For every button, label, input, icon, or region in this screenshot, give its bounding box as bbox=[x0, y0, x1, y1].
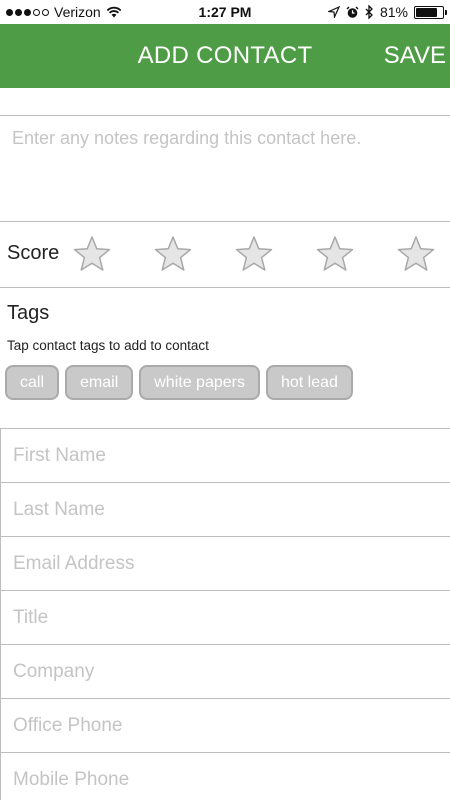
office-phone-row bbox=[0, 698, 450, 753]
location-arrow-icon bbox=[327, 6, 340, 18]
status-bar: Verizon 1:27 PM 81% bbox=[0, 0, 450, 24]
star-icon[interactable] bbox=[234, 234, 274, 274]
tag-email[interactable]: email bbox=[65, 365, 134, 400]
notes-field[interactable] bbox=[0, 116, 450, 220]
tags-list: call email white papers hot lead bbox=[5, 365, 353, 400]
bluetooth-icon bbox=[365, 5, 373, 19]
tags-title: Tags bbox=[7, 302, 50, 324]
score-label: Score bbox=[7, 242, 60, 264]
divider bbox=[0, 287, 450, 288]
title-row bbox=[0, 590, 450, 645]
nav-header: ADD CONTACT SAVE bbox=[0, 24, 450, 88]
star-icon[interactable] bbox=[396, 234, 436, 274]
tags-hint: Tap contact tags to add to contact bbox=[7, 338, 209, 353]
company-field[interactable] bbox=[1, 645, 450, 699]
mobile-phone-row bbox=[0, 752, 450, 800]
tag-hot-lead[interactable]: hot lead bbox=[265, 365, 353, 400]
battery-percentage: 81% bbox=[379, 4, 408, 20]
star-icon[interactable] bbox=[72, 234, 112, 274]
email-field[interactable] bbox=[1, 537, 450, 591]
score-row: Score bbox=[0, 222, 450, 286]
company-row bbox=[0, 644, 450, 699]
office-phone-field[interactable] bbox=[1, 699, 450, 753]
tag-white-papers[interactable]: white papers bbox=[139, 365, 260, 400]
page-title: ADD CONTACT bbox=[137, 42, 313, 69]
battery-icon bbox=[414, 5, 447, 19]
last-name-field[interactable] bbox=[1, 483, 450, 537]
star-icon[interactable] bbox=[153, 234, 193, 274]
last-name-row bbox=[0, 482, 450, 537]
mobile-phone-field[interactable] bbox=[1, 753, 450, 800]
save-button[interactable]: SAVE bbox=[384, 42, 446, 70]
star-icon[interactable] bbox=[315, 234, 355, 274]
title-field[interactable] bbox=[1, 591, 450, 645]
tag-call[interactable]: call bbox=[5, 365, 60, 400]
status-right: 81% bbox=[327, 4, 447, 20]
first-name-field[interactable] bbox=[1, 429, 450, 483]
first-name-row bbox=[0, 428, 450, 483]
alarm-clock-icon bbox=[346, 6, 359, 18]
email-row bbox=[0, 536, 450, 591]
battery-level-fill bbox=[416, 7, 438, 17]
